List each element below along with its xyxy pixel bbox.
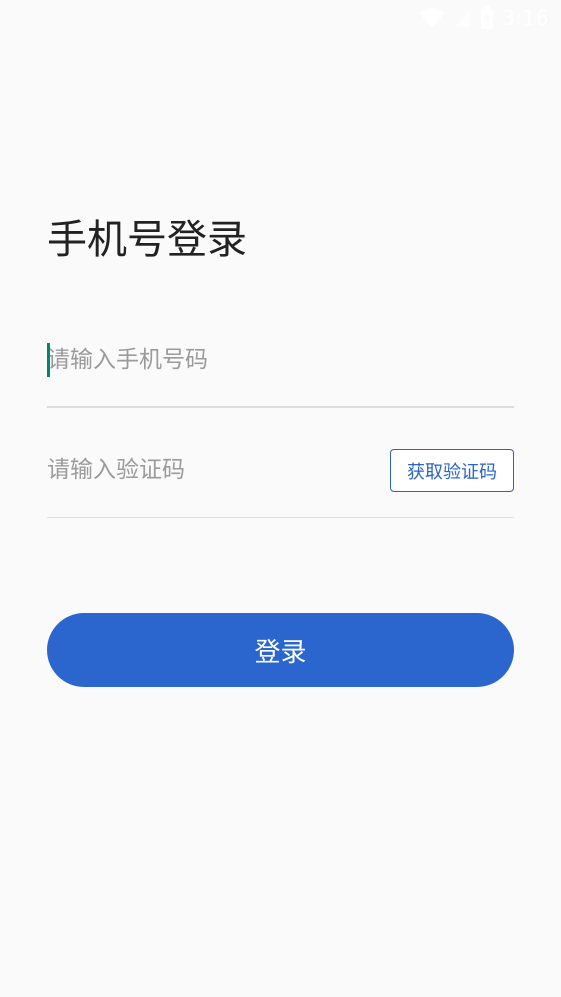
page-title: 手机号登录 (47, 217, 247, 263)
get-code-button[interactable]: 获取验证码 (390, 449, 514, 492)
status-time: 3:16 (502, 6, 549, 30)
phone-input[interactable] (47, 330, 514, 390)
login-button[interactable]: 登录 (47, 613, 514, 687)
phone-divider (47, 406, 514, 408)
verification-code-input[interactable] (47, 440, 367, 500)
signal-icon (454, 7, 472, 29)
battery-icon (480, 6, 494, 30)
phone-field (47, 330, 514, 390)
text-cursor (47, 343, 50, 377)
wifi-icon (418, 7, 446, 29)
status-bar: 3:16 (0, 0, 561, 40)
code-divider (47, 517, 514, 518)
status-icons: 3:16 (418, 6, 549, 30)
code-field: 获取验证码 (47, 440, 514, 500)
